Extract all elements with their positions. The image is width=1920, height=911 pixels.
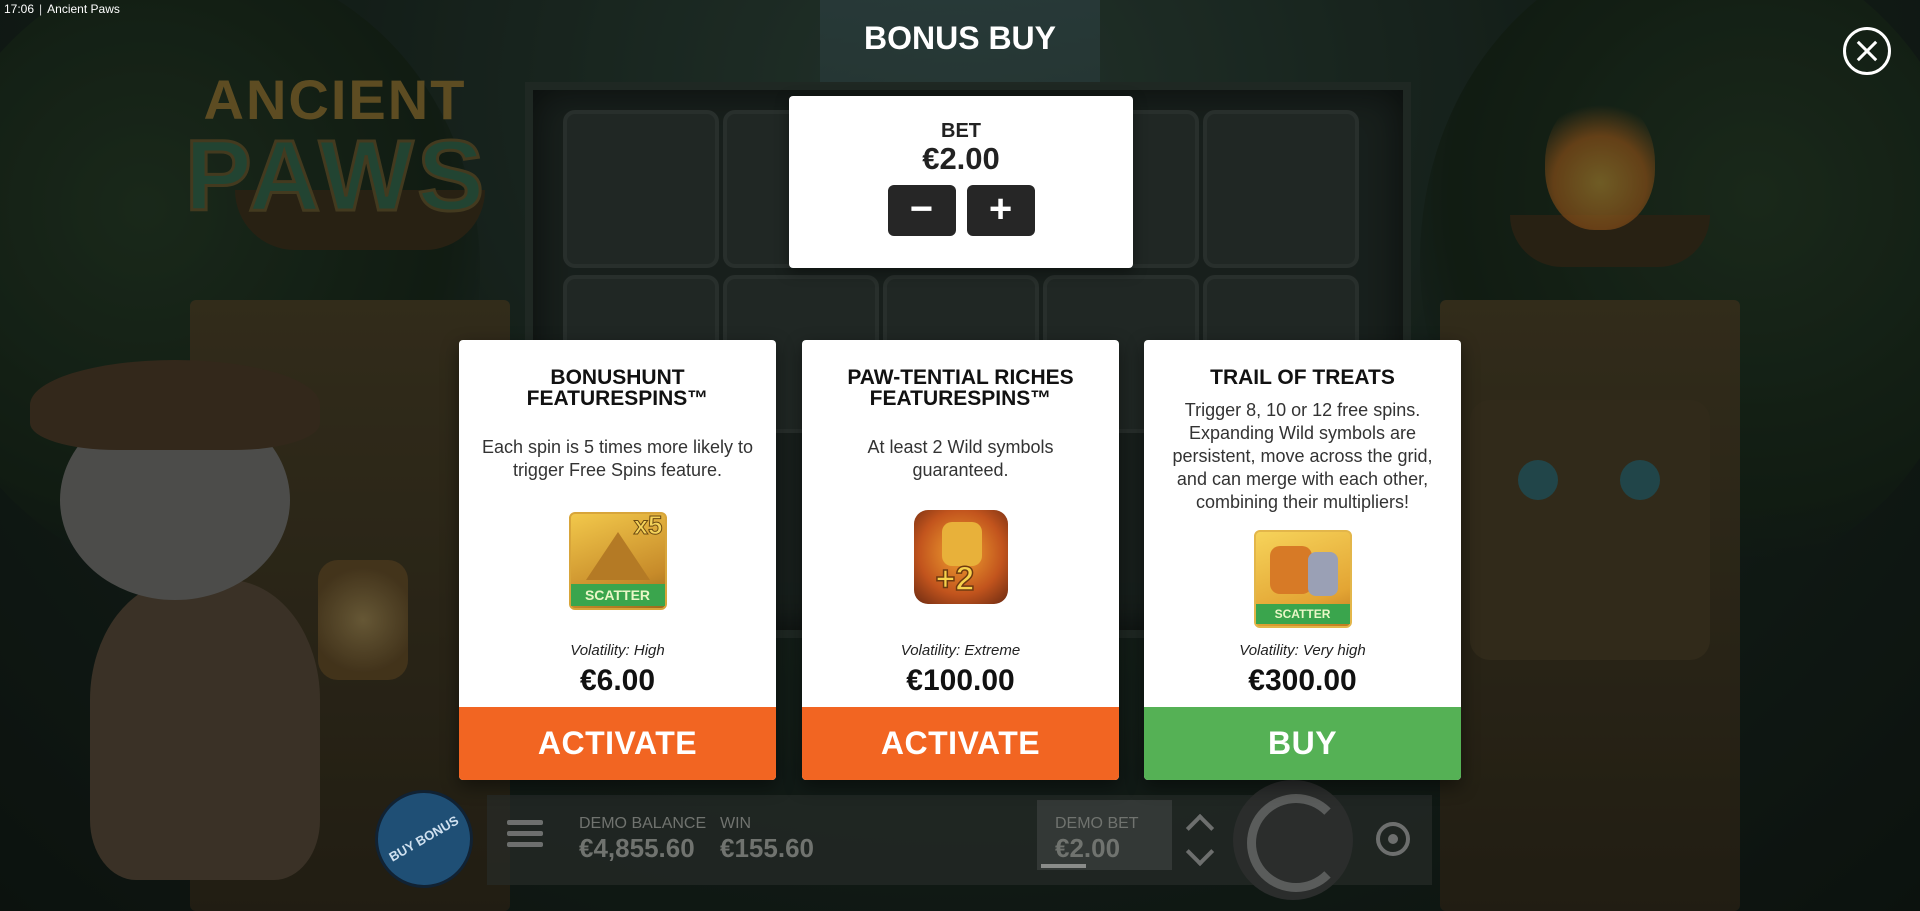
card-title: TRAIL OF TREATS — [1210, 366, 1395, 389]
close-icon[interactable] — [1843, 27, 1891, 75]
activate-button[interactable]: ACTIVATE — [802, 707, 1119, 780]
card-description: At least 2 Wild symbols guaranteed. — [867, 437, 1054, 480]
bet-label: BET — [941, 120, 981, 142]
bet-increase-button[interactable]: + — [966, 185, 1035, 236]
spin-button[interactable] — [1233, 780, 1353, 900]
bet-selector: BET €2.00 − + — [789, 96, 1133, 268]
status-bar: 17:06 | Ancient Paws — [4, 2, 120, 16]
bet-level-bar — [1041, 864, 1086, 868]
spin-icon — [1247, 794, 1345, 892]
autoplay-icon[interactable] — [1376, 822, 1410, 856]
win-value: €155.60 — [720, 833, 814, 863]
demo-balance: DEMO BALANCE €4,855.60 — [579, 816, 706, 864]
card-description: Each spin is 5 times more likely to trig… — [481, 437, 754, 480]
wild-plus2-icon: +2 — [913, 510, 1008, 604]
bonus-card-trail-of-treats: TRAIL OF TREATS Trigger 8, 10 or 12 free… — [1144, 340, 1461, 780]
demo-bet: DEMO BET €2.00 — [1055, 816, 1139, 864]
app-title: Ancient Paws — [47, 2, 120, 16]
card-volatility: Volatility: High — [570, 642, 665, 659]
card-volatility: Volatility: Very high — [1239, 642, 1366, 659]
menu-icon[interactable] — [507, 820, 543, 852]
scatter-x5-icon: x5 SCATTER — [568, 510, 667, 610]
buy-button[interactable]: BUY — [1144, 707, 1461, 780]
win: WIN €155.60 — [720, 816, 814, 864]
demo-balance-label: DEMO BALANCE — [579, 815, 707, 832]
dialog-title: BONUS BUY — [863, 20, 1056, 56]
clock: 17:06 — [4, 2, 35, 16]
card-price: €300.00 — [1248, 664, 1357, 697]
card-title: BONUSHUNT FEATURESPINS™ — [526, 366, 709, 410]
card-volatility: Volatility: Extreme — [900, 642, 1021, 659]
demo-balance-value: €4,855.60 — [579, 833, 695, 863]
card-price: €6.00 — [579, 664, 656, 697]
card-price: €100.00 — [906, 664, 1015, 697]
bonus-card-pawtential-riches: PAW-TENTIAL RICHES FEATURESPINS™ At leas… — [802, 340, 1119, 780]
demo-bet-label: DEMO BET — [1055, 815, 1139, 832]
win-label: WIN — [720, 815, 752, 832]
demo-bet-value: €2.00 — [1055, 833, 1121, 863]
card-title: PAW-TENTIAL RICHES FEATURESPINS™ — [847, 366, 1074, 410]
activate-button[interactable]: ACTIVATE — [459, 707, 776, 780]
bet-decrease-button[interactable]: − — [887, 185, 956, 236]
card-description: Trigger 8, 10 or 12 free spins. Expandin… — [1172, 400, 1433, 512]
bet-value: €2.00 — [922, 141, 1000, 176]
bonus-card-bonushunt: BONUSHUNT FEATURESPINS™ Each spin is 5 t… — [459, 340, 776, 780]
wild-scatter-icon: SCATTER — [1253, 530, 1352, 628]
